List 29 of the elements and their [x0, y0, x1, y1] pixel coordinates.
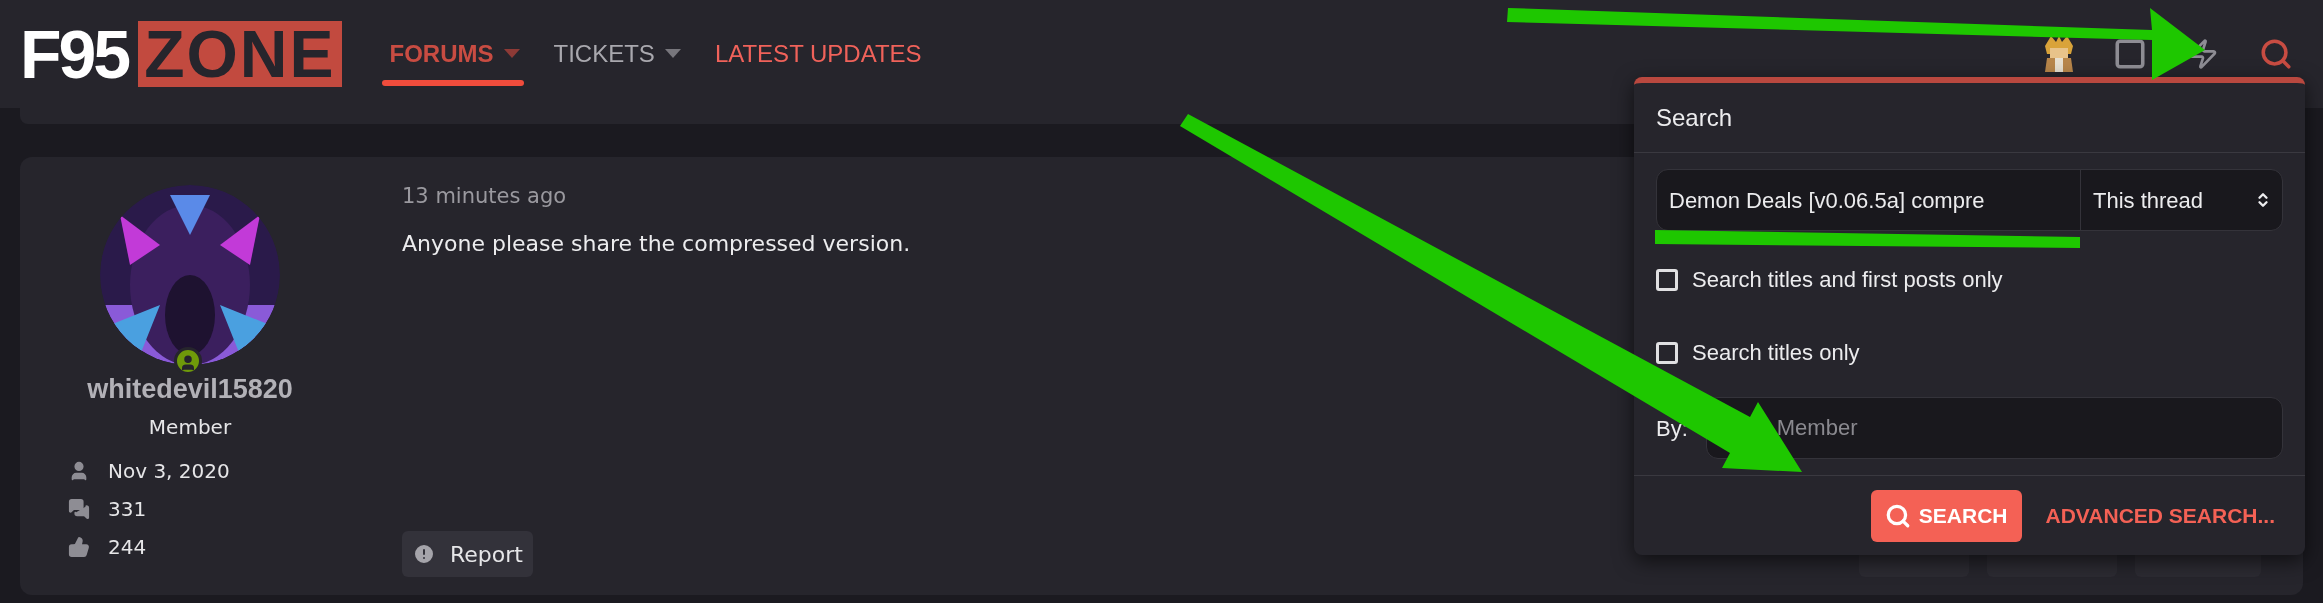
scope-select[interactable]: This thread [2081, 170, 2282, 230]
thumbs-up-icon [68, 535, 90, 558]
logo-text: F95 [20, 20, 129, 88]
post-text: Anyone please share the compressed version. [402, 229, 911, 258]
advanced-search-link[interactable]: ADVANCED SEARCH... [2045, 499, 2275, 532]
nav-tab[interactable]: FORUMS [389, 0, 520, 108]
username[interactable]: whitedevil15820 [87, 369, 293, 410]
alert-icon [412, 542, 436, 566]
search-field[interactable]: Demon Deals [v0.06.5a] compre This thread [1656, 169, 2283, 231]
by-label: By: [1656, 414, 1688, 443]
checkbox[interactable] [1656, 268, 1678, 291]
search-icon[interactable] [2259, 37, 2293, 71]
report-button[interactable]: Report [402, 531, 533, 577]
checkbox-label: Search titles and first posts only [1692, 266, 2003, 294]
checkbox[interactable] [1656, 341, 1678, 364]
checkbox-label: Search titles only [1692, 339, 1860, 367]
user-role: Member [148, 413, 232, 441]
inbox-icon[interactable] [2113, 37, 2147, 71]
popup-title: Search [1656, 102, 1733, 133]
nav-tab[interactable]: LATEST UPDATES [714, 0, 922, 108]
user-stat: Nov 3, 2020 [108, 457, 230, 485]
logo-text: ZONE [138, 21, 342, 87]
user-stat: 331 [108, 495, 147, 523]
search-icon [1884, 502, 1911, 529]
member-field[interactable]: Member [1705, 397, 2283, 459]
search-input[interactable]: Demon Deals [v0.06.5a] compre [1657, 170, 2081, 230]
nav-tab[interactable]: TICKETS [553, 0, 681, 108]
speech-bubbles-icon [68, 497, 90, 520]
user-stat: 244 [108, 533, 147, 561]
